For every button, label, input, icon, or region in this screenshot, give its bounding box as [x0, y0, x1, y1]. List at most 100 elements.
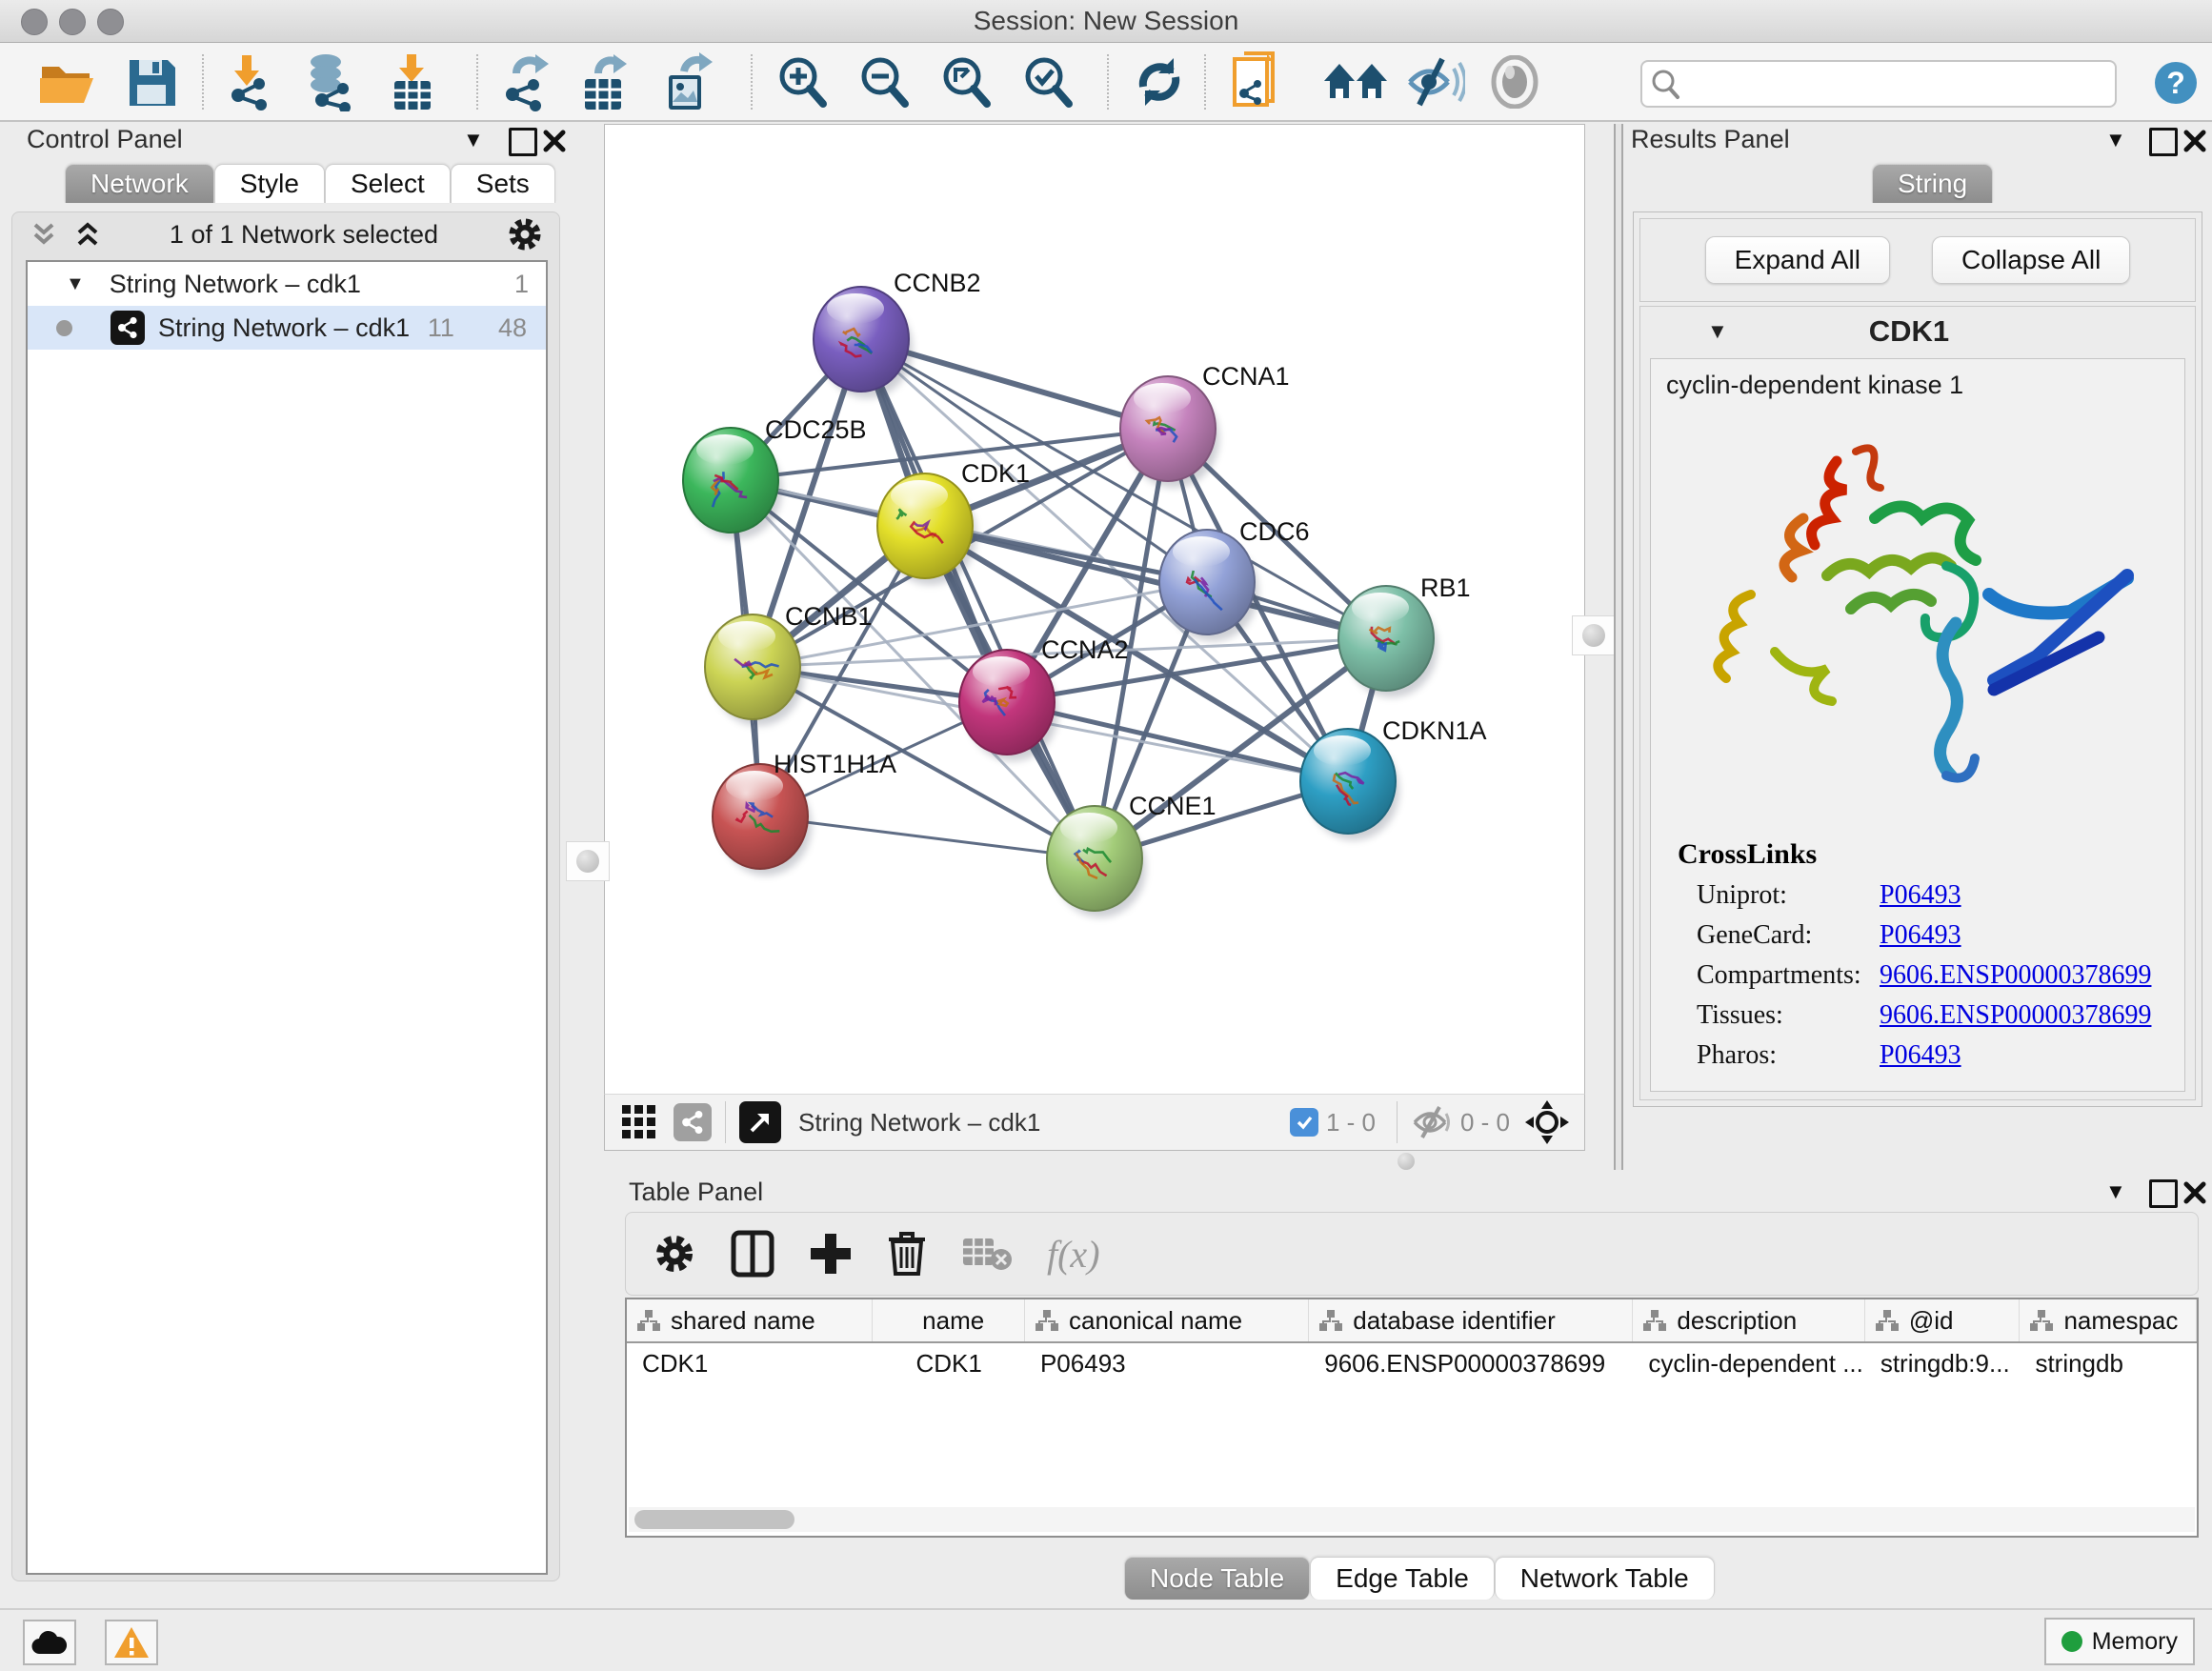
- crosslink-link[interactable]: 9606.ENSP00000378699: [1880, 960, 2151, 991]
- column-header-@id[interactable]: @id: [1865, 1299, 2021, 1341]
- crosslink-link[interactable]: P06493: [1880, 1040, 1961, 1071]
- control-panel-menu-icon[interactable]: ▼: [463, 128, 484, 152]
- results-panel-menu-icon[interactable]: ▼: [2105, 128, 2126, 152]
- network-node-CDKN1A[interactable]: [1300, 729, 1399, 840]
- show-columns-icon[interactable]: [731, 1230, 774, 1278]
- document-network-icon[interactable]: [1231, 43, 1284, 120]
- network-row-selected[interactable]: String Network – cdk1 11 48: [28, 306, 546, 350]
- tab-sets[interactable]: Sets: [451, 164, 555, 203]
- tab-network[interactable]: Network: [65, 164, 214, 203]
- delete-column-icon[interactable]: [887, 1230, 927, 1278]
- column-header-database-identifier[interactable]: database identifier: [1309, 1299, 1633, 1341]
- table-panel-menu-icon[interactable]: ▼: [2105, 1179, 2126, 1204]
- cloud-button[interactable]: [23, 1620, 76, 1665]
- warnings-button[interactable]: [105, 1620, 158, 1665]
- zoom-fit-icon[interactable]: [937, 43, 995, 120]
- left-splitter-handle[interactable]: [566, 841, 610, 881]
- scrollbar-thumb[interactable]: [634, 1510, 794, 1529]
- open-session-icon[interactable]: [38, 43, 97, 120]
- add-column-icon[interactable]: [809, 1232, 853, 1276]
- grid-view-icon[interactable]: [620, 1103, 658, 1141]
- table-horizontal-scrollbar[interactable]: [629, 1507, 2195, 1532]
- open-view-icon[interactable]: [739, 1101, 781, 1143]
- column-header-namespac[interactable]: namespac: [2020, 1299, 2197, 1341]
- control-panel-tabs: NetworkStyleSelectSets: [65, 164, 555, 203]
- tab-style[interactable]: Style: [214, 164, 325, 203]
- export-network-icon[interactable]: [497, 43, 554, 120]
- table-gear-icon[interactable]: [653, 1232, 696, 1276]
- table-cell[interactable]: CDK1: [873, 1343, 1025, 1383]
- hide-eye-icon[interactable]: [1404, 43, 1465, 120]
- table-row[interactable]: CDK1CDK1P064939606.ENSP00000378699cyclin…: [627, 1343, 2197, 1383]
- bottom-splitter-handle[interactable]: [1387, 1151, 1425, 1172]
- tab-network-table[interactable]: Network Table: [1495, 1557, 1715, 1600]
- help-button[interactable]: ?: [2155, 62, 2197, 104]
- tab-node-table[interactable]: Node Table: [1124, 1557, 1310, 1600]
- export-table-icon[interactable]: [577, 43, 633, 120]
- import-table-icon[interactable]: [385, 43, 438, 120]
- tab-string[interactable]: String: [1872, 164, 1993, 203]
- panel-divider[interactable]: [1614, 124, 1623, 1170]
- expand-all-icon[interactable]: [73, 220, 102, 249]
- table-cell[interactable]: stringdb: [2020, 1343, 2197, 1383]
- network-node-CCNE1[interactable]: [1047, 806, 1146, 917]
- save-session-icon[interactable]: [126, 43, 177, 120]
- table-panel-float-icon[interactable]: [2149, 1179, 2178, 1208]
- selected-checkbox-icon[interactable]: [1290, 1108, 1318, 1137]
- table-cell[interactable]: CDK1: [627, 1343, 873, 1383]
- table-cell[interactable]: cyclin-dependent ...: [1633, 1343, 1864, 1383]
- memory-button[interactable]: Memory: [2044, 1618, 2195, 1665]
- table-panel-close-icon[interactable]: [2183, 1181, 2206, 1204]
- table-cell[interactable]: P06493: [1025, 1343, 1309, 1383]
- export-image-icon[interactable]: [661, 43, 716, 120]
- column-header-name[interactable]: name: [873, 1299, 1025, 1341]
- network-node-HIST1H1A[interactable]: [713, 764, 812, 876]
- control-panel-close-icon[interactable]: [543, 130, 566, 152]
- crosslink-link[interactable]: P06493: [1880, 880, 1961, 911]
- search-input[interactable]: [1686, 70, 2115, 98]
- network-view-badge-icon[interactable]: [674, 1103, 712, 1141]
- collection-caret-icon[interactable]: ▼: [66, 273, 85, 295]
- network-node-RB1[interactable]: [1338, 586, 1438, 697]
- network-node-CCNA1[interactable]: [1120, 376, 1219, 488]
- column-header-description[interactable]: description: [1633, 1299, 1864, 1341]
- network-node-CDC25B[interactable]: [683, 428, 782, 539]
- network-collection-row[interactable]: ▼ String Network – cdk1 1: [28, 262, 546, 306]
- expand-all-button[interactable]: Expand All: [1705, 236, 1890, 284]
- entry-caret-icon[interactable]: ▼: [1707, 319, 1728, 344]
- network-graph[interactable]: CCNB2CCNA1CDC25BCDK1CDC6RB1CCNB1CCNA2CDK…: [605, 125, 1584, 1095]
- network-node-CCNB1[interactable]: [705, 614, 804, 726]
- network-node-CCNB2[interactable]: [814, 287, 913, 398]
- crosslink-link[interactable]: 9606.ENSP00000378699: [1880, 1000, 2151, 1031]
- table-cell[interactable]: stringdb:9...: [1865, 1343, 2021, 1383]
- cytoscape-window: Session: New Session: [0, 0, 2212, 1671]
- tab-select[interactable]: Select: [325, 164, 451, 203]
- zoom-selected-icon[interactable]: [1019, 43, 1076, 120]
- network-options-gear-icon[interactable]: [506, 215, 544, 253]
- column-header-shared-name[interactable]: shared name: [627, 1299, 873, 1341]
- collapse-all-button[interactable]: Collapse All: [1932, 236, 2130, 284]
- column-header-canonical-name[interactable]: canonical name: [1025, 1299, 1309, 1341]
- table-cell[interactable]: 9606.ENSP00000378699: [1309, 1343, 1633, 1383]
- crosslink-link[interactable]: P06493: [1880, 920, 1961, 951]
- collapse-all-icon[interactable]: [30, 220, 58, 249]
- network-node-CCNA2[interactable]: [959, 650, 1058, 761]
- tab-edge-table[interactable]: Edge Table: [1310, 1557, 1495, 1600]
- birds-eye-icon[interactable]: [1523, 1098, 1571, 1146]
- import-network-database-icon[interactable]: [301, 43, 360, 120]
- homes-icon[interactable]: [1322, 43, 1389, 120]
- results-panel-close-icon[interactable]: [2183, 130, 2206, 152]
- results-panel-float-icon[interactable]: [2149, 128, 2178, 156]
- import-network-file-icon[interactable]: [221, 43, 278, 120]
- main-toolbar: ?: [0, 43, 2212, 122]
- control-panel-float-icon[interactable]: [509, 128, 537, 156]
- delete-table-icon[interactable]: [961, 1233, 1013, 1275]
- right-splitter-handle[interactable]: [1572, 615, 1616, 655]
- refresh-icon[interactable]: [1132, 43, 1187, 120]
- network-canvas[interactable]: CCNB2CCNA1CDC25BCDK1CDC6RB1CCNB1CCNA2CDK…: [604, 124, 1585, 1096]
- eye-orb-icon[interactable]: [1488, 43, 1541, 120]
- network-node-CDK1[interactable]: [877, 473, 976, 585]
- zoom-out-icon[interactable]: [855, 43, 913, 120]
- zoom-in-icon[interactable]: [774, 43, 831, 120]
- function-builder-icon[interactable]: f(x): [1047, 1232, 1100, 1277]
